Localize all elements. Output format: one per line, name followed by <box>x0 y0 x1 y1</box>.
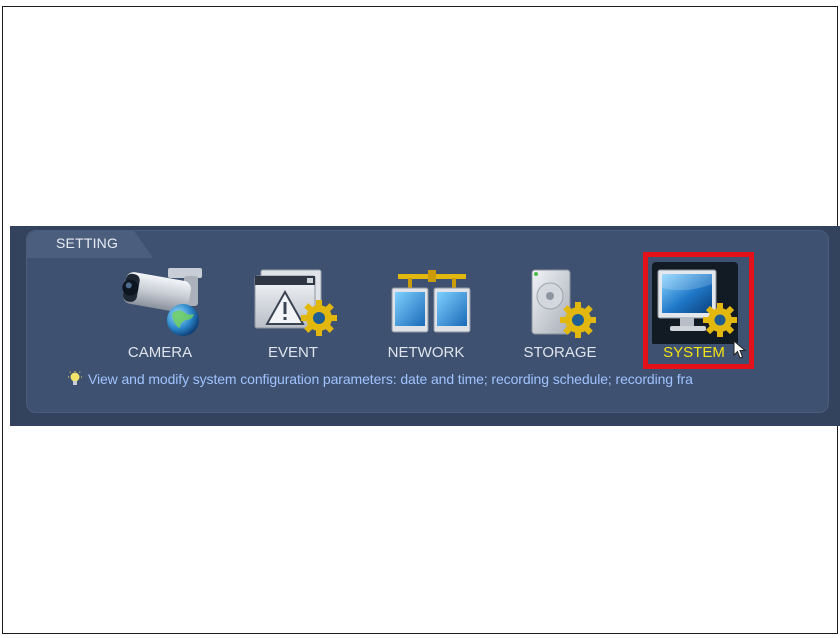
event-warning-gear-icon <box>254 269 337 336</box>
network-monitors-icon <box>391 270 471 333</box>
camera-globe-icon <box>122 268 202 336</box>
menu-item-network[interactable]: NETWORK <box>366 262 486 368</box>
hard-disk-gear-icon <box>531 269 596 338</box>
menu-item-storage[interactable]: STORAGE <box>500 262 620 368</box>
panel-title: SETTING <box>56 235 119 251</box>
lightbulb-icon <box>68 371 82 385</box>
hint-bar: View and modify system configuration par… <box>68 371 693 387</box>
hint-text: View and modify system configuration par… <box>88 371 693 387</box>
menu-label-event: EVENT <box>267 344 318 361</box>
mouse-cursor-icon <box>733 340 747 359</box>
menu-label-camera: CAMERA <box>127 344 193 361</box>
menu-label-network: NETWORK <box>387 344 465 361</box>
menu-item-event[interactable]: EVENT <box>233 262 353 368</box>
menu-label-storage: STORAGE <box>523 344 597 361</box>
menu-item-camera[interactable]: CAMERA <box>100 262 220 368</box>
